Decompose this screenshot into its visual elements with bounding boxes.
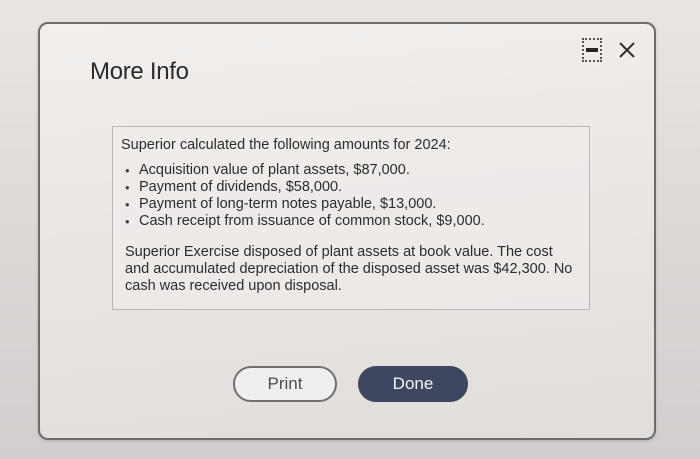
info-box: Superior calculated the following amount… bbox=[112, 126, 590, 310]
list-item: • Payment of long-term notes payable, $1… bbox=[125, 196, 581, 213]
list-item: • Acquisition value of plant assets, $87… bbox=[125, 162, 581, 179]
bullet-text: Payment of long-term notes payable, $13,… bbox=[139, 196, 437, 212]
info-bullet-list: • Acquisition value of plant assets, $87… bbox=[121, 162, 581, 230]
more-info-dialog: More Info Superior calculated the follow… bbox=[38, 22, 656, 440]
print-button[interactable]: Print bbox=[233, 366, 337, 402]
bullet-text: Payment of dividends, $58,000. bbox=[139, 179, 343, 195]
minimize-icon bbox=[586, 48, 598, 52]
window-controls bbox=[582, 38, 638, 62]
bullet-icon: • bbox=[125, 197, 130, 212]
list-item: • Cash receipt from issuance of common s… bbox=[125, 213, 581, 230]
minimize-button[interactable] bbox=[582, 38, 602, 62]
list-item: • Payment of dividends, $58,000. bbox=[125, 179, 581, 196]
info-note: Superior Exercise disposed of plant asse… bbox=[125, 244, 573, 294]
bullet-text: Cash receipt from issuance of common sto… bbox=[139, 213, 485, 229]
bullet-text: Acquisition value of plant assets, $87,0… bbox=[139, 162, 410, 178]
close-icon bbox=[619, 42, 635, 58]
done-button[interactable]: Done bbox=[358, 366, 468, 402]
dialog-title: More Info bbox=[90, 58, 189, 85]
bullet-icon: • bbox=[125, 214, 130, 229]
bullet-icon: • bbox=[125, 163, 130, 178]
info-intro: Superior calculated the following amount… bbox=[121, 137, 451, 153]
bullet-icon: • bbox=[125, 180, 130, 195]
close-button[interactable] bbox=[616, 39, 638, 61]
